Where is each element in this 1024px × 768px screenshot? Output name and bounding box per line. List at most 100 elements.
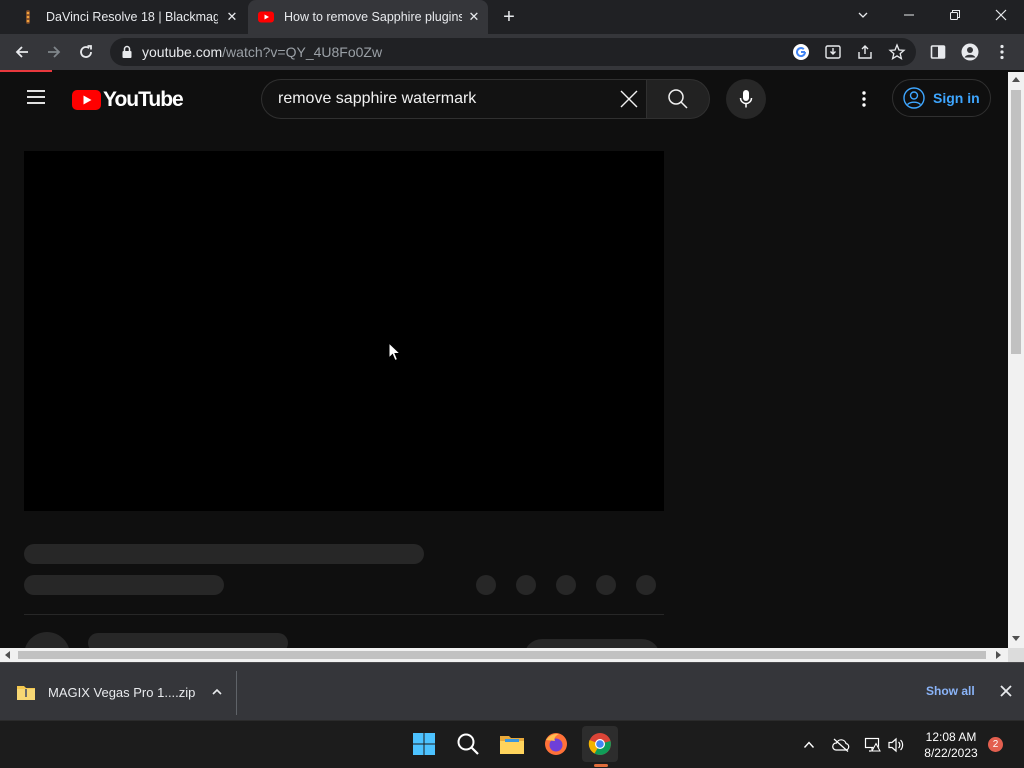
show-all-button[interactable]: Show all (926, 684, 975, 698)
tab-youtube[interactable]: How to remove Sapphire plugins ✕ (248, 0, 488, 34)
chrome-icon (588, 733, 611, 755)
scroll-left-icon[interactable] (4, 651, 12, 659)
start-button[interactable] (406, 726, 442, 762)
reload-icon (80, 45, 92, 58)
action-placeholder (476, 575, 496, 595)
firefox-button[interactable] (538, 726, 574, 762)
active-app-indicator (594, 764, 608, 767)
reload-button[interactable] (74, 40, 98, 64)
minimize-button[interactable] (886, 0, 932, 30)
youtube-logo[interactable]: YouTube (72, 88, 184, 112)
search-query: remove sapphire watermark (278, 90, 477, 107)
sign-in-button[interactable]: Sign in (892, 79, 991, 117)
hamburger-menu-icon[interactable] (26, 89, 46, 105)
action-placeholder (516, 575, 536, 595)
chrome-menu-button[interactable] (990, 40, 1014, 64)
install-app-icon[interactable] (824, 43, 842, 61)
close-window-button[interactable] (978, 0, 1024, 30)
close-icon[interactable] (998, 683, 1014, 699)
tab-title: DaVinci Resolve 18 | Blackmagic D (46, 10, 218, 24)
forward-button[interactable] (42, 40, 66, 64)
tab-davinci[interactable]: DaVinci Resolve 18 | Blackmagic D ✕ (20, 0, 246, 34)
arrow-left-icon (15, 46, 28, 58)
chrome-button[interactable] (582, 726, 618, 762)
channel-placeholder (88, 633, 288, 648)
show-hidden-icons-button[interactable] (799, 735, 819, 755)
scrollbar-thumb[interactable] (1011, 90, 1021, 354)
tab-strip: DaVinci Resolve 18 | Blackmagic D ✕ How … (0, 0, 1024, 34)
download-shelf: MAGIX Vegas Pro 1....zip Show all (0, 662, 1024, 720)
folder-icon (500, 736, 524, 754)
windows-logo-icon (413, 733, 435, 755)
tab-title: How to remove Sapphire plugins (284, 10, 462, 24)
google-lens-icon[interactable] (792, 43, 810, 61)
tab-search-button[interactable] (840, 0, 886, 30)
scroll-down-icon[interactable] (1012, 634, 1020, 642)
vertical-scrollbar[interactable] (1008, 72, 1024, 648)
chevron-up-icon (803, 741, 815, 748)
scroll-right-icon[interactable] (994, 651, 1002, 659)
meta-placeholder (24, 575, 224, 595)
url-path: /watch?v=QY_4U8Fo0Zw (222, 44, 383, 60)
new-tab-button[interactable]: + (498, 6, 520, 28)
download-item[interactable]: MAGIX Vegas Pro 1....zip (16, 677, 223, 707)
chevron-down-icon (858, 12, 868, 18)
search-icon (457, 733, 479, 755)
action-placeholder (556, 575, 576, 595)
minimize-icon (904, 14, 914, 16)
side-panel-button[interactable] (926, 40, 950, 64)
arrow-right-icon (48, 46, 61, 58)
notification-badge[interactable]: 2 (988, 737, 1003, 752)
action-placeholder (596, 575, 616, 595)
network-icon[interactable] (863, 735, 883, 755)
system-clock[interactable]: 12:08 AM 8/22/2023 (918, 729, 984, 761)
close-icon[interactable]: ✕ (224, 9, 240, 25)
clear-icon[interactable] (618, 88, 640, 110)
mouse-cursor-icon (388, 342, 402, 362)
scrollbar-corner (1008, 648, 1024, 662)
url-text: youtube.com/watch?v=QY_4U8Fo0Zw (142, 44, 382, 60)
close-icon (995, 9, 1007, 21)
scroll-up-icon[interactable] (1012, 76, 1020, 84)
settings-menu-button[interactable] (854, 89, 874, 109)
lock-icon[interactable] (121, 45, 133, 59)
close-icon[interactable]: ✕ (466, 9, 482, 25)
subscribe-placeholder (524, 639, 660, 648)
share-icon[interactable] (856, 43, 874, 61)
restore-button[interactable] (932, 0, 978, 30)
windows-taskbar: 12:08 AM 8/22/2023 2 (0, 720, 1024, 768)
horizontal-scrollbar[interactable] (0, 648, 1008, 662)
onedrive-offline-icon[interactable] (831, 735, 851, 755)
volume-icon[interactable] (886, 735, 906, 755)
address-bar[interactable]: youtube.com/watch?v=QY_4U8Fo0Zw (110, 38, 916, 66)
youtube-icon (258, 9, 274, 25)
url-host: youtube.com (142, 44, 223, 60)
action-placeholder (636, 575, 656, 595)
search-input[interactable]: remove sapphire watermark (261, 79, 647, 119)
more-vertical-icon (862, 91, 866, 107)
divider (236, 671, 237, 715)
bookmark-star-icon[interactable] (888, 43, 906, 61)
back-button[interactable] (10, 40, 34, 64)
davinci-resolve-icon (20, 9, 36, 25)
file-explorer-button[interactable] (494, 726, 530, 762)
search-icon (668, 89, 688, 109)
chevron-up-icon[interactable] (211, 686, 223, 698)
firefox-icon (545, 733, 567, 755)
microphone-icon (739, 90, 753, 108)
voice-search-button[interactable] (726, 79, 766, 119)
divider (24, 614, 664, 615)
browser-toolbar: youtube.com/watch?v=QY_4U8Fo0Zw (0, 34, 1024, 70)
avatar-placeholder (24, 632, 70, 648)
scrollbar-thumb[interactable] (18, 651, 986, 659)
search-button[interactable] (646, 79, 710, 119)
youtube-page: YouTube remove sapphire watermark Sign i… (0, 72, 1008, 648)
download-file-name: MAGIX Vegas Pro 1....zip (48, 684, 196, 700)
account-circle-icon (903, 87, 925, 109)
taskbar-search-button[interactable] (450, 726, 486, 762)
profile-icon (961, 43, 979, 61)
profile-button[interactable] (958, 40, 982, 64)
restore-icon (950, 10, 960, 20)
video-player[interactable] (24, 151, 664, 511)
title-placeholder (24, 544, 424, 564)
